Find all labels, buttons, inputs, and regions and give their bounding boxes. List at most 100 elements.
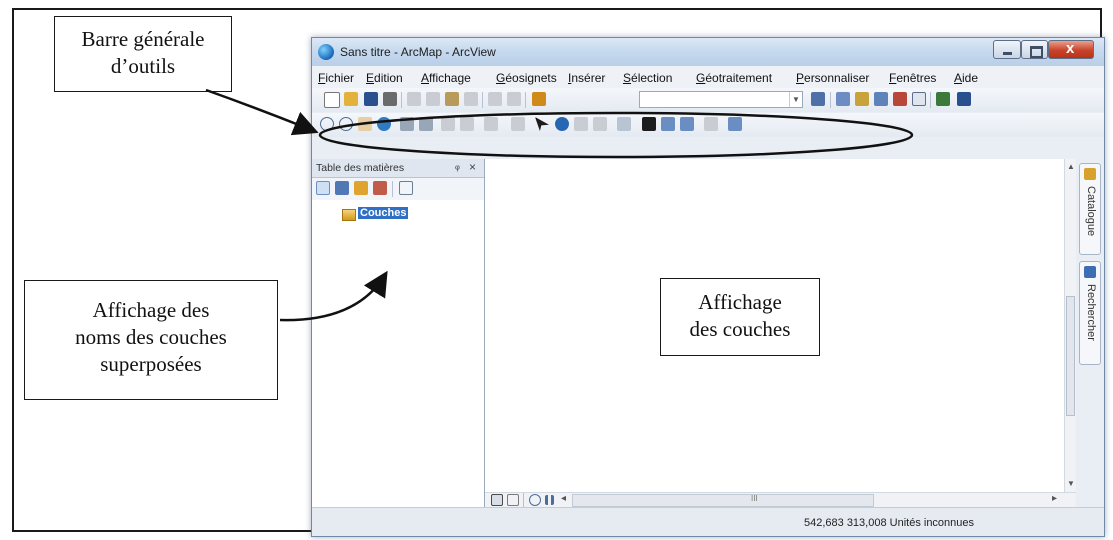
chevron-down-icon[interactable]: ▼ — [789, 92, 802, 107]
standard-toolbar: ▼ — [312, 88, 1104, 112]
create-viewer-window-icon[interactable] — [728, 117, 742, 131]
layers-item[interactable]: Couches — [358, 207, 409, 219]
search-window-icon[interactable] — [874, 92, 888, 106]
select-features-icon[interactable] — [484, 117, 498, 131]
callout-line: noms des couches — [75, 325, 227, 349]
help-pointer-icon[interactable] — [957, 92, 971, 106]
cut-icon[interactable] — [407, 92, 421, 106]
menu-fichier[interactable]: Fichier — [318, 71, 354, 85]
title-bar[interactable]: Sans titre - ArcMap - ArcView — [312, 38, 1104, 66]
layout-view-icon[interactable] — [507, 494, 519, 506]
toolbar-separator — [930, 92, 931, 108]
menu-personnaliser[interactable]: Personnaliser — [796, 71, 869, 85]
time-slider-icon[interactable] — [704, 117, 718, 131]
measure-icon[interactable] — [617, 117, 631, 131]
toc-callout: Affichage des noms des couches superposé… — [24, 280, 278, 400]
editor-toolbar-icon[interactable] — [811, 92, 825, 106]
map-scale-combobox[interactable]: ▼ — [639, 91, 803, 108]
callout-line: Barre générale — [81, 27, 205, 51]
table-of-contents-pane: Table des matières ᵩ × Couches — [312, 159, 485, 507]
map-bottom-bar: ◂ III ▸ — [485, 492, 1076, 509]
menu-edition[interactable]: Edition — [366, 71, 403, 85]
select-elements-pointer-icon[interactable] — [535, 117, 549, 131]
coordinates-readout: 542,683 313,008 Unités inconnues — [804, 517, 975, 529]
identify-icon[interactable] — [555, 117, 569, 131]
scroll-left-icon[interactable]: ◂ — [561, 493, 566, 504]
open-folder-icon[interactable] — [344, 92, 358, 106]
full-extent-globe-icon[interactable] — [377, 117, 391, 131]
menu-fenetres[interactable]: Fenêtres — [889, 71, 936, 85]
tools-toolbar — [312, 113, 1104, 137]
menu-geotraitement[interactable]: Géotraitement — [696, 71, 772, 85]
new-document-icon[interactable] — [324, 92, 340, 108]
minimize-button[interactable] — [993, 40, 1021, 59]
refresh-icon[interactable] — [529, 494, 541, 506]
python-window-icon[interactable] — [912, 92, 926, 106]
paste-icon[interactable] — [445, 92, 459, 106]
toc-window-icon[interactable] — [836, 92, 850, 106]
side-dock: Catalogue Rechercher — [1076, 159, 1104, 507]
pause-drawing-icon[interactable] — [545, 495, 554, 505]
pin-icon[interactable]: ᵩ — [455, 160, 460, 172]
find-route-icon[interactable] — [661, 117, 675, 131]
menu-inserer[interactable]: Insérer — [568, 71, 605, 85]
horizontal-scrollbar[interactable]: III — [572, 494, 874, 507]
callout-line: Affichage des — [92, 298, 210, 322]
list-by-visibility-icon[interactable] — [354, 181, 368, 195]
hyperlink-icon[interactable] — [574, 117, 588, 131]
scroll-thumb[interactable] — [1066, 296, 1075, 416]
close-button[interactable] — [1048, 40, 1094, 59]
menu-aide[interactable]: Aide — [954, 71, 978, 85]
catalog-icon — [1084, 168, 1096, 180]
menu-affichage[interactable]: Affichage — [421, 71, 471, 85]
scroll-down-icon[interactable]: ▼ — [1067, 479, 1075, 488]
status-bar: 542,683 313,008 Unités inconnues — [312, 507, 1104, 536]
toc-title: Table des matières — [316, 162, 405, 174]
arctoolbox-icon[interactable] — [893, 92, 907, 106]
toc-close-icon[interactable]: × — [469, 160, 476, 174]
data-view-icon[interactable] — [491, 494, 503, 506]
fixed-zoom-in-icon[interactable] — [400, 117, 414, 131]
scroll-right-icon[interactable]: ▸ — [1052, 493, 1057, 504]
toolbar-separator — [401, 92, 402, 108]
list-by-source-icon[interactable] — [335, 181, 349, 195]
save-icon[interactable] — [364, 92, 378, 106]
html-popup-icon[interactable] — [593, 117, 607, 131]
menu-geosignets[interactable]: Géosignets — [496, 71, 557, 85]
copy-icon[interactable] — [426, 92, 440, 106]
list-by-drawing-order-icon[interactable] — [316, 181, 330, 195]
forward-arrow-icon[interactable] — [460, 117, 474, 131]
toolbar-callout: Barre générale d’outils — [54, 16, 232, 92]
search-icon — [1084, 266, 1096, 278]
maximize-button[interactable] — [1021, 40, 1048, 59]
scroll-thumb-grip: III — [751, 494, 758, 503]
rechercher-tab-label: Rechercher — [1085, 284, 1097, 341]
list-by-selection-icon[interactable] — [373, 181, 387, 195]
clear-selection-icon[interactable] — [511, 117, 525, 131]
delete-icon[interactable] — [464, 92, 478, 106]
scroll-up-icon[interactable]: ▲ — [1067, 162, 1075, 171]
find-binoculars-icon[interactable] — [642, 117, 656, 131]
catalogue-tab-label: Catalogue — [1085, 186, 1097, 237]
layers-stack-icon — [342, 209, 356, 221]
toc-header: Table des matières ᵩ × — [312, 159, 484, 178]
zoom-in-icon[interactable] — [320, 117, 334, 131]
rechercher-tab[interactable]: Rechercher — [1079, 261, 1101, 365]
print-icon[interactable] — [383, 92, 397, 106]
arcmap-globe-icon — [318, 44, 334, 60]
window-title: Sans titre - ArcMap - ArcView — [340, 45, 496, 59]
go-to-xy-icon[interactable] — [680, 117, 694, 131]
options-icon[interactable] — [399, 181, 413, 195]
modelbuilder-icon[interactable] — [936, 92, 950, 106]
fixed-zoom-out-icon[interactable] — [419, 117, 433, 131]
menu-selection[interactable]: Sélection — [623, 71, 672, 85]
undo-icon[interactable] — [488, 92, 502, 106]
add-data-icon[interactable] — [532, 92, 546, 106]
redo-icon[interactable] — [507, 92, 521, 106]
catalogue-tab[interactable]: Catalogue — [1079, 163, 1101, 255]
back-arrow-icon[interactable] — [441, 117, 455, 131]
pan-hand-icon[interactable] — [358, 117, 372, 131]
catalog-window-icon[interactable] — [855, 92, 869, 106]
zoom-out-icon[interactable] — [339, 117, 353, 131]
map-callout: Affichage des couches — [660, 278, 820, 356]
